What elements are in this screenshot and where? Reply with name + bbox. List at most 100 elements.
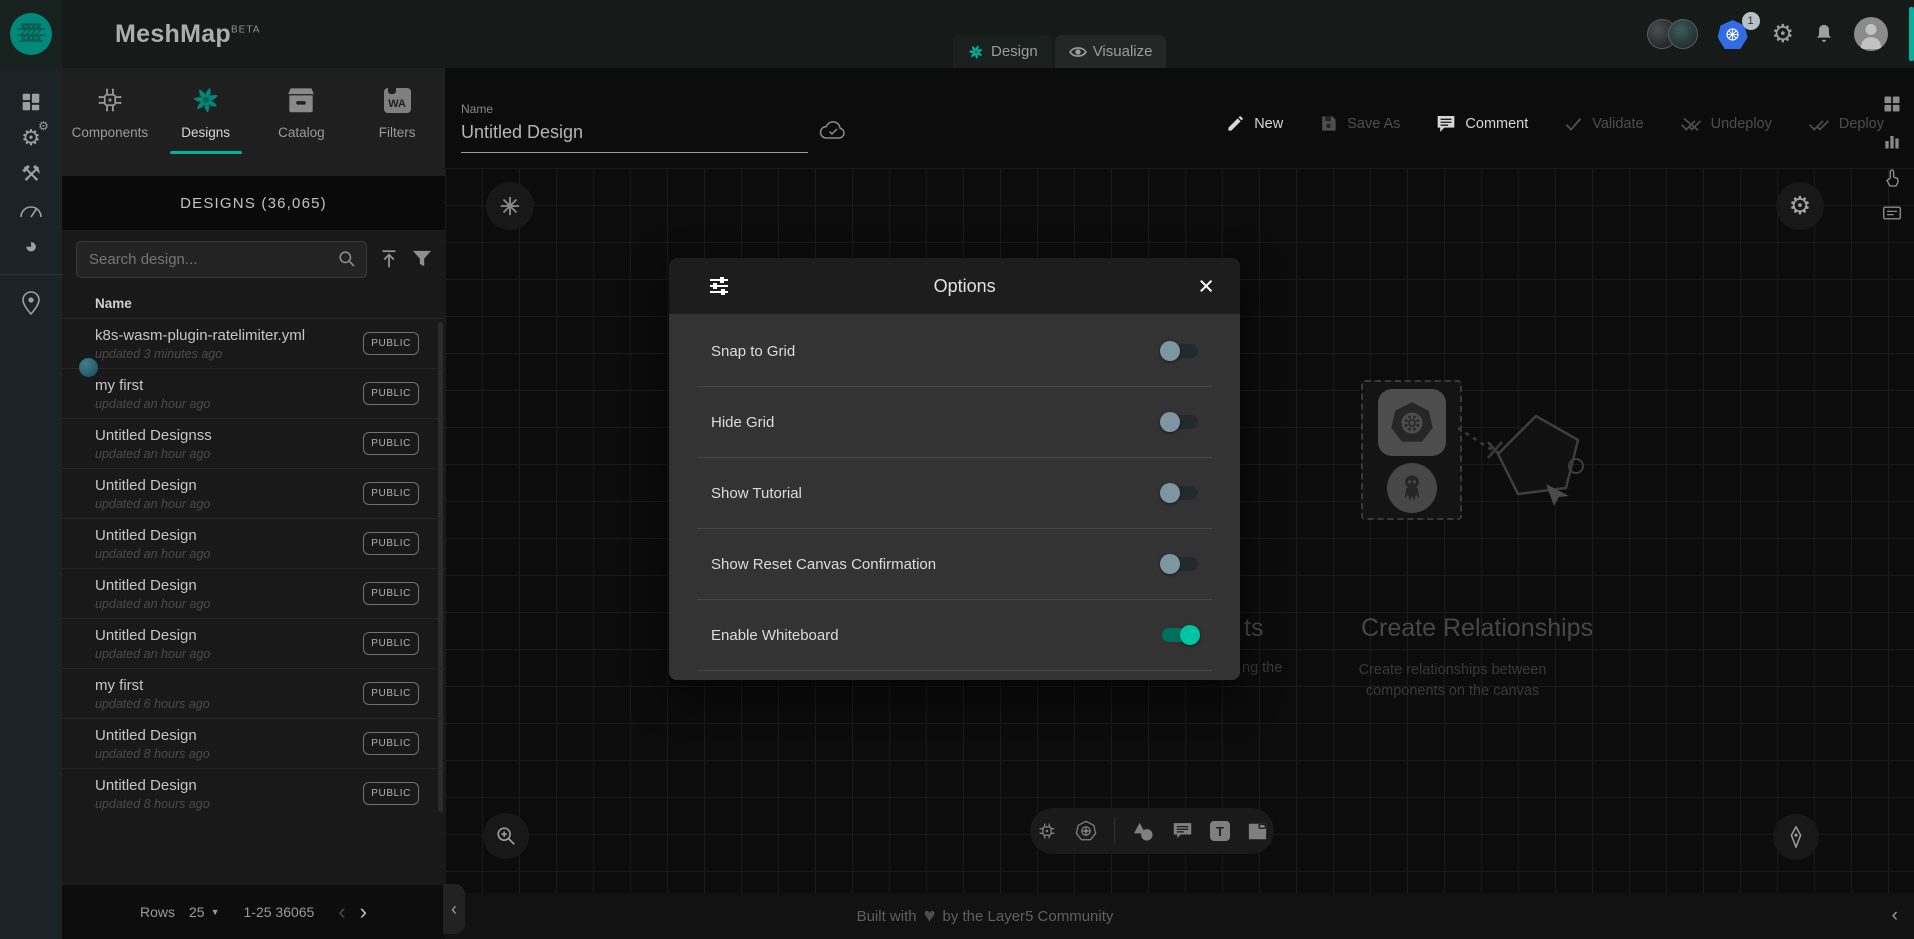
design-list: k8s-wasm-plugin-ratelimiter.ymlupdated 3…: [62, 318, 445, 818]
user-avatar[interactable]: [1854, 17, 1888, 51]
footer-collapse-chevron[interactable]: ‹: [1892, 905, 1898, 927]
search-input[interactable]: [76, 241, 367, 278]
nav-extensions-icon[interactable]: ◕: [0, 228, 62, 264]
meshmap-window: MeshMapBETA Design: [0, 0, 1914, 939]
hint-meshsync-circle: [1387, 463, 1437, 513]
prev-page-chevron[interactable]: ‹: [338, 901, 345, 923]
layer5-logo[interactable]: [0, 0, 62, 68]
design-row[interactable]: Untitled Designupdated an hour ago PUBLI…: [62, 568, 445, 618]
beta-badge: BETA: [231, 25, 260, 36]
next-page-chevron[interactable]: ›: [360, 901, 367, 923]
canvas-footer: Built with ♥ by the Layer5 Community ‹: [445, 893, 1914, 939]
upload-design-icon[interactable]: [378, 248, 400, 270]
visibility-badge: PUBLIC: [363, 482, 419, 505]
strip-grid-icon[interactable]: [1882, 94, 1902, 114]
option-enable-whiteboard: Enable Whiteboard: [669, 600, 1240, 670]
options-modal: Options × Snap to Grid Hide Grid Show Tu…: [669, 258, 1240, 680]
dock-text-icon[interactable]: T: [1210, 821, 1230, 841]
tab-filters[interactable]: WA Filters: [349, 68, 445, 176]
option-snap-to-grid: Snap to Grid: [669, 316, 1240, 386]
filter-funnel-icon[interactable]: [411, 249, 433, 269]
options-modal-title: Options: [731, 276, 1198, 297]
kubernetes-context-button[interactable]: 1: [1718, 18, 1752, 50]
design-row[interactable]: Untitled Designupdated an hour ago PUBLI…: [62, 618, 445, 668]
comment-button[interactable]: Comment: [1436, 114, 1528, 133]
page-size-select[interactable]: 25▼: [189, 904, 220, 920]
design-row[interactable]: Untitled Designupdated 8 hours ago PUBLI…: [62, 768, 445, 818]
nav-meshmap-pin-icon[interactable]: [0, 285, 62, 321]
design-updated: updated an hour ago: [95, 597, 210, 611]
show-tutorial-toggle[interactable]: [1162, 486, 1198, 500]
dock-comment-icon[interactable]: [1172, 821, 1193, 841]
panel-collapse-chevron[interactable]: ‹: [443, 884, 465, 934]
hint-title: Create Relationships: [1361, 614, 1606, 643]
freehand-draw-button[interactable]: [1773, 814, 1819, 860]
floppy-icon: [1319, 114, 1338, 133]
dock-components-icon[interactable]: [1036, 820, 1058, 842]
design-row[interactable]: my firstupdated an hour ago PUBLIC: [62, 368, 445, 418]
design-name-input[interactable]: [461, 118, 808, 153]
design-row[interactable]: my firstupdated 6 hours ago PUBLIC: [62, 668, 445, 718]
tab-components[interactable]: Components: [62, 68, 158, 176]
validate-button[interactable]: Validate: [1564, 114, 1643, 133]
dock-media-icon[interactable]: [1247, 822, 1268, 841]
tab-design[interactable]: Design: [953, 35, 1052, 68]
comment-label: Comment: [1465, 116, 1528, 132]
panel-tabs: Components Designs: [62, 68, 445, 176]
strip-board-icon[interactable]: [1882, 205, 1902, 221]
design-row[interactable]: Untitled Designupdated 8 hours ago PUBLI…: [62, 718, 445, 768]
notifications-bell-icon[interactable]: [1814, 23, 1834, 45]
reset-confirmation-toggle[interactable]: [1162, 557, 1198, 571]
hide-grid-toggle[interactable]: [1162, 415, 1198, 429]
pagination-bar: Rows 25▼ 1-25 36065 ‹ ›: [62, 885, 445, 939]
toggle-knob: [1160, 483, 1180, 503]
options-modal-body: Snap to Grid Hide Grid Show Tutorial Sho…: [669, 314, 1240, 680]
tab-catalog-label: Catalog: [278, 125, 325, 140]
nav-configuration-icon[interactable]: ⚒: [0, 156, 62, 192]
snap-to-grid-toggle[interactable]: [1162, 344, 1198, 358]
undeploy-button[interactable]: Undeploy: [1680, 114, 1772, 133]
tab-designs[interactable]: Designs: [158, 68, 254, 176]
design-updated: updated an hour ago: [95, 497, 210, 511]
save-as-button[interactable]: Save As: [1319, 114, 1400, 133]
collaborator-dot: [79, 358, 98, 377]
close-icon[interactable]: ×: [1198, 273, 1214, 300]
header-actions: 1 ⚙: [1647, 0, 1888, 68]
enable-whiteboard-toggle[interactable]: [1162, 628, 1198, 642]
collaborator-avatar-2[interactable]: [1668, 19, 1698, 49]
zoom-in-button[interactable]: [483, 813, 529, 859]
settings-gear-icon[interactable]: ⚙: [1772, 22, 1794, 47]
freeze-layout-button[interactable]: [486, 182, 534, 230]
tab-components-label: Components: [72, 125, 149, 140]
rail-divider: [0, 274, 62, 275]
design-row[interactable]: Untitled Designupdated an hour ago PUBLI…: [62, 468, 445, 518]
design-row[interactable]: Untitled Designssupdated an hour ago PUB…: [62, 418, 445, 468]
design-row[interactable]: Untitled Designupdated an hour ago PUBLI…: [62, 518, 445, 568]
dock-shapes-icon[interactable]: [1132, 821, 1155, 842]
canvas-settings-button[interactable]: ⚙: [1776, 182, 1824, 230]
new-label: New: [1254, 116, 1283, 132]
mode-switcher: Design Visualize: [953, 35, 1166, 68]
designs-panel: Components Designs: [62, 68, 445, 939]
nav-lifecycle-icon[interactable]: ⚙⚙: [0, 120, 62, 156]
nav-dashboard-icon[interactable]: [0, 84, 62, 120]
tab-underline: [265, 151, 337, 154]
nav-performance-icon[interactable]: [0, 192, 62, 228]
dock-divider: [1114, 818, 1115, 844]
covered-hint-text-fragment: ng the: [1242, 660, 1282, 676]
tab-visualize[interactable]: Visualize: [1055, 35, 1167, 68]
dock-kubernetes-icon[interactable]: [1075, 820, 1097, 842]
strip-chart-icon[interactable]: [1882, 131, 1902, 151]
gear-icon: ⚙: [1789, 194, 1811, 219]
design-row[interactable]: k8s-wasm-plugin-ratelimiter.ymlupdated 3…: [62, 318, 445, 368]
deploy-button[interactable]: Deploy: [1808, 114, 1884, 133]
kubernetes-context-count: 1: [1742, 12, 1760, 30]
strip-touch-icon[interactable]: [1882, 168, 1902, 188]
visibility-badge: PUBLIC: [363, 432, 419, 455]
check-icon: [1564, 116, 1583, 132]
double-check-icon: [1808, 116, 1830, 132]
relationship-hint-shape: [1458, 398, 1598, 528]
new-button[interactable]: New: [1226, 114, 1283, 133]
built-with-text: Built with ♥ by the Layer5 Community: [785, 893, 1185, 939]
tab-catalog[interactable]: Catalog: [254, 68, 350, 176]
